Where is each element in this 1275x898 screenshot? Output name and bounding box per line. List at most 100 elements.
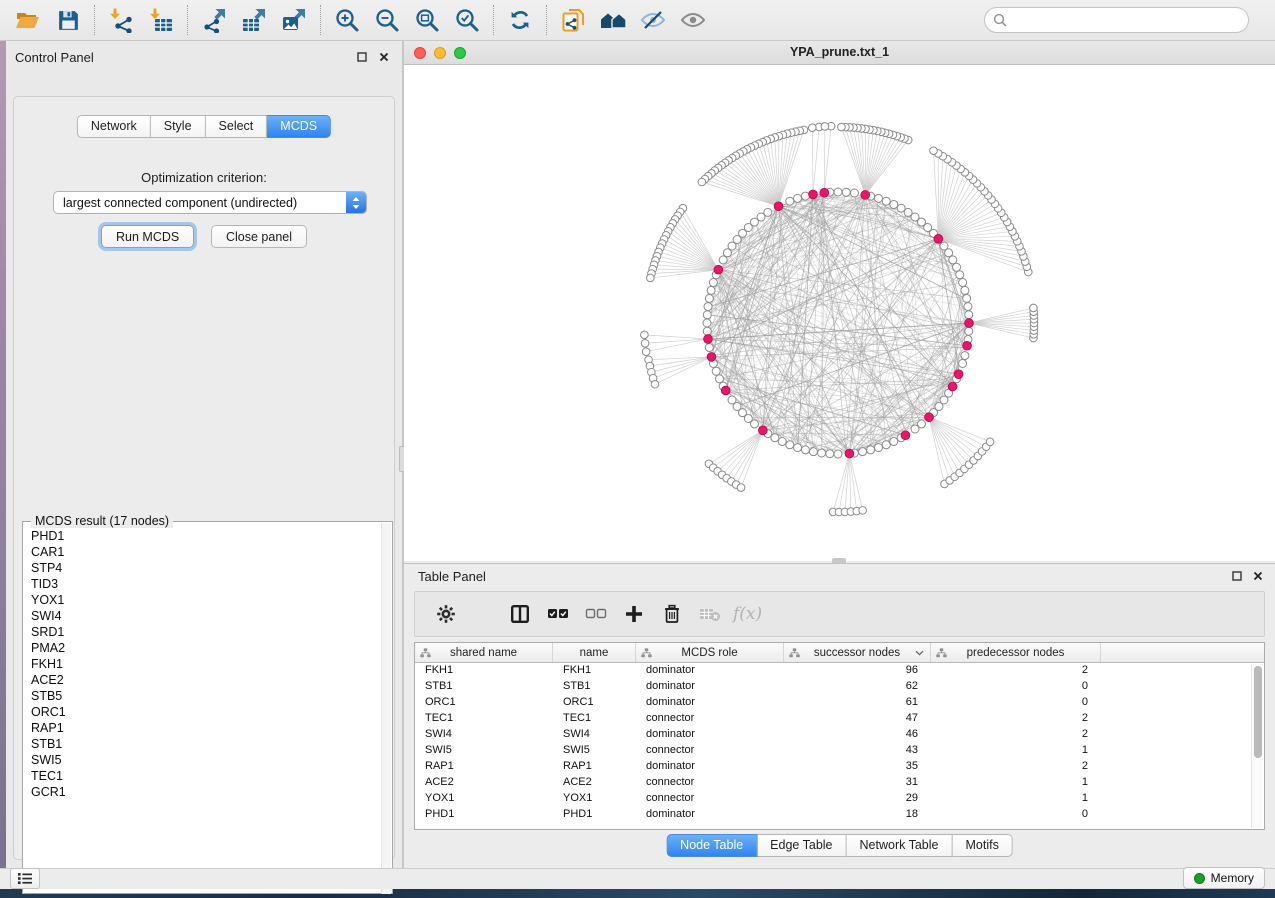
refresh-view-button[interactable] — [500, 3, 540, 37]
mcds-network-node[interactable] — [809, 190, 818, 199]
network-node[interactable] — [986, 438, 994, 446]
network-node[interactable] — [1030, 304, 1038, 312]
network-node[interactable] — [918, 420, 926, 428]
network-node[interactable] — [897, 204, 905, 212]
mcds-network-node[interactable] — [820, 188, 829, 197]
mcds-network-node[interactable] — [721, 386, 730, 395]
network-node[interactable] — [809, 448, 817, 456]
mcds-network-node[interactable] — [861, 190, 870, 199]
network-node[interactable] — [737, 484, 745, 492]
table-scrollbar-thumb[interactable] — [1254, 666, 1262, 758]
zoom-fit-button[interactable] — [407, 3, 447, 37]
import-network-button[interactable] — [101, 3, 141, 37]
network-node[interactable] — [867, 446, 875, 454]
mcds-network-node[interactable] — [901, 431, 910, 440]
network-node[interactable] — [874, 444, 882, 452]
zoom-selected-button[interactable] — [447, 3, 487, 37]
tab-edge-table[interactable]: Edge Table — [757, 834, 846, 857]
tab-mcds[interactable]: MCDS — [267, 115, 331, 138]
network-node[interactable] — [850, 189, 858, 197]
save-session-button[interactable] — [48, 3, 88, 37]
network-node[interactable] — [953, 263, 961, 271]
mcds-result-item[interactable]: YOX1 — [31, 592, 378, 608]
table-row[interactable]: YOX1YOX1connector291 — [415, 791, 1264, 807]
hide-selected-button[interactable] — [633, 3, 673, 37]
mcds-network-node[interactable] — [965, 319, 974, 328]
mcds-result-item[interactable]: STB1 — [31, 736, 378, 752]
mcds-result-item[interactable]: PHD1 — [31, 528, 378, 544]
network-node[interactable] — [959, 279, 967, 287]
column-header-shared-name[interactable]: shared name — [415, 643, 553, 662]
network-node[interactable] — [786, 197, 794, 205]
tab-network[interactable]: Network — [77, 115, 151, 138]
network-node[interactable] — [956, 271, 964, 279]
table-scrollbar[interactable] — [1251, 664, 1263, 828]
tab-node-table[interactable]: Node Table — [666, 834, 757, 857]
network-node[interactable] — [705, 294, 713, 302]
table-row[interactable]: SWI5SWI5connector431 — [415, 743, 1264, 759]
mcds-result-item[interactable]: TID3 — [31, 576, 378, 592]
network-node[interactable] — [704, 303, 712, 311]
network-node[interactable] — [801, 446, 809, 454]
network-node[interactable] — [698, 178, 706, 186]
network-node[interactable] — [786, 441, 794, 449]
mcds-network-node[interactable] — [925, 413, 934, 422]
network-node[interactable] — [821, 123, 829, 131]
show-panels-button[interactable] — [10, 868, 40, 889]
mcds-result-item[interactable]: SWI5 — [31, 752, 378, 768]
close-panel-icon[interactable] — [377, 50, 390, 63]
mcds-result-item[interactable]: TEC1 — [31, 768, 378, 784]
mcds-result-list[interactable]: PHD1CAR1STP4TID3YOX1SWI4SRD1PMA2FKH1ACE2… — [31, 528, 378, 889]
mcds-result-item[interactable]: ACE2 — [31, 672, 378, 688]
network-node[interactable] — [641, 331, 649, 339]
table-settings-button[interactable] — [431, 597, 461, 631]
mcds-result-item[interactable]: FKH1 — [31, 656, 378, 672]
network-node[interactable] — [838, 123, 846, 131]
table-row[interactable]: FKH1FKH1dominator962 — [415, 663, 1264, 679]
network-node[interactable] — [882, 441, 890, 449]
import-table-button[interactable] — [141, 3, 181, 37]
table-row[interactable]: SWI4SWI4dominator462 — [415, 727, 1264, 743]
network-node[interactable] — [801, 192, 809, 200]
tab-style[interactable]: Style — [151, 115, 206, 138]
close-panel-icon[interactable] — [1251, 569, 1264, 582]
tab-motifs[interactable]: Motifs — [952, 834, 1012, 857]
network-node[interactable] — [859, 507, 867, 515]
network-node[interactable] — [719, 256, 727, 264]
mcds-result-item[interactable]: SRD1 — [31, 624, 378, 640]
network-node[interactable] — [723, 249, 731, 257]
memory-button[interactable]: Memory — [1183, 867, 1265, 889]
show-all-button[interactable] — [673, 3, 713, 37]
network-node[interactable] — [712, 367, 720, 375]
float-panel-icon[interactable] — [1230, 569, 1243, 582]
column-header-predecessor-nodes[interactable]: predecessor nodes — [931, 643, 1101, 662]
network-node[interactable] — [965, 327, 973, 335]
table-row[interactable]: PHD1PHD1dominator180 — [415, 807, 1264, 823]
network-node[interactable] — [642, 348, 650, 356]
mcds-network-node[interactable] — [948, 382, 957, 391]
show-columns-button[interactable] — [505, 597, 535, 631]
network-node[interactable] — [961, 352, 969, 360]
mcds-result-item[interactable]: STP4 — [31, 560, 378, 576]
zoom-out-button[interactable] — [367, 3, 407, 37]
mcds-result-item[interactable]: ORC1 — [31, 704, 378, 720]
mcds-network-node[interactable] — [707, 353, 716, 362]
mcds-network-node[interactable] — [954, 370, 963, 379]
first-neighbors-button[interactable] — [593, 3, 633, 37]
open-session-button[interactable] — [8, 3, 48, 37]
network-node[interactable] — [641, 339, 649, 347]
network-node[interactable] — [703, 319, 711, 327]
network-node[interactable] — [964, 303, 972, 311]
run-mcds-button[interactable]: Run MCDS — [101, 225, 194, 248]
select-all-columns-button[interactable] — [543, 597, 573, 631]
network-node[interactable] — [703, 327, 711, 335]
network-node[interactable] — [709, 279, 717, 287]
network-node[interactable] — [794, 194, 802, 202]
network-node[interactable] — [647, 274, 655, 282]
optimization-criterion-select[interactable]: largest connected component (undirected) — [53, 191, 367, 214]
network-node[interactable] — [930, 147, 938, 155]
mcds-result-item[interactable]: RAP1 — [31, 720, 378, 736]
network-node[interactable] — [778, 438, 786, 446]
network-node[interactable] — [771, 434, 779, 442]
mcds-list-scrollbar[interactable] — [381, 523, 391, 894]
